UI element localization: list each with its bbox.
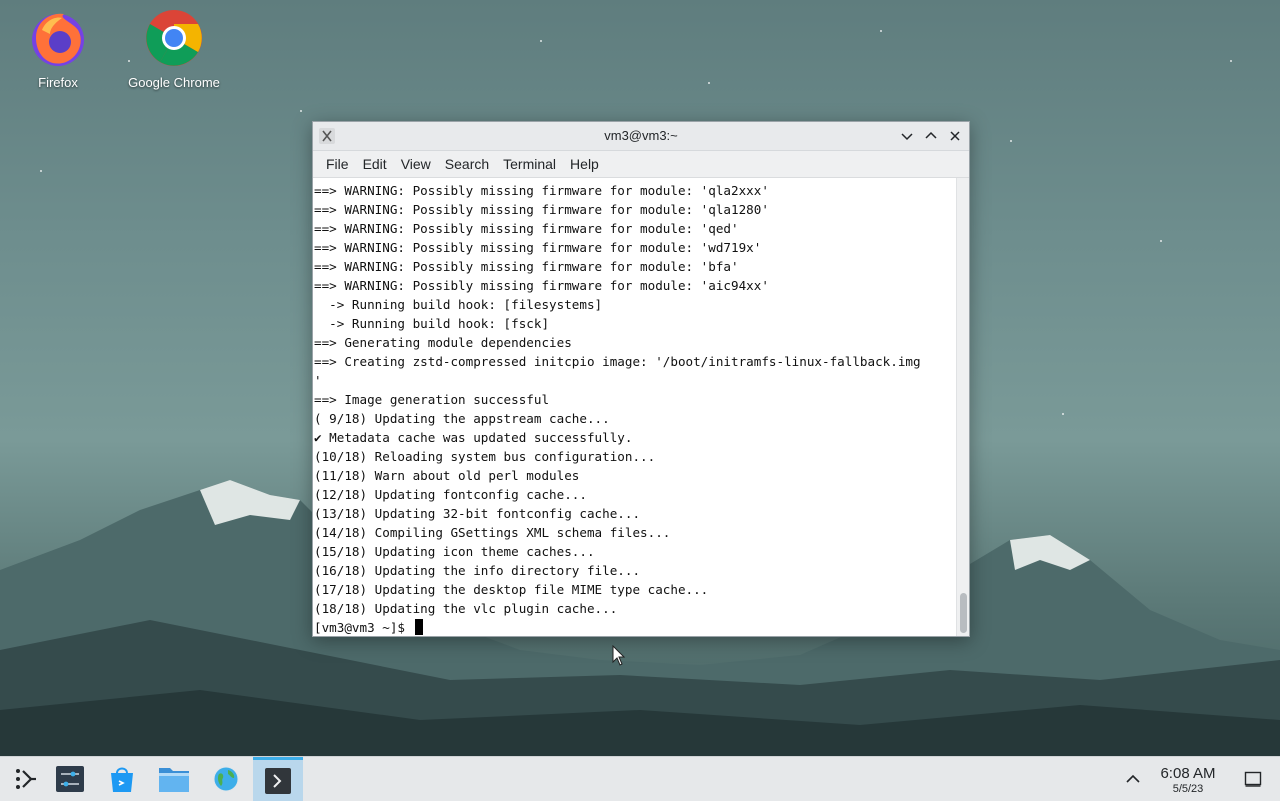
desktop-icon-firefox[interactable]: Firefox <box>3 8 113 90</box>
terminal-line: ==> Generating module dependencies <box>314 335 572 350</box>
terminal-line: ( 9/18) Updating the appstream cache... <box>314 411 610 426</box>
terminal-scrollbar[interactable] <box>956 178 969 636</box>
menu-help[interactable]: Help <box>563 151 606 177</box>
terminal-icon <box>265 767 291 794</box>
taskbar-discover[interactable] <box>97 757 147 801</box>
settings-icon <box>56 766 84 792</box>
menu-edit[interactable]: Edit <box>356 151 394 177</box>
taskbar-konsole-active[interactable] <box>253 757 303 801</box>
terminal-line: (18/18) Updating the vlc plugin cache... <box>314 601 618 616</box>
window-title: vm3@vm3:~ <box>604 128 678 143</box>
desktop: Firefox Google Chrome vm3@vm3:~ File Edi… <box>0 0 1280 756</box>
terminal-window[interactable]: vm3@vm3:~ File Edit View Search Terminal… <box>312 121 970 637</box>
taskbar: 6:08 AM 5/5/23 <box>0 756 1280 801</box>
window-titlebar[interactable]: vm3@vm3:~ <box>313 122 969 151</box>
terminal-line: ✔ Metadata cache was updated successfull… <box>314 430 633 445</box>
application-launcher-button[interactable] <box>0 757 50 801</box>
desktop-icon-label: Firefox <box>38 75 78 90</box>
terminal-line: -> Running build hook: [filesystems] <box>314 297 603 312</box>
show-desktop-icon[interactable] <box>1244 770 1262 788</box>
desktop-icon-label: Google Chrome <box>128 75 220 90</box>
terminal-line: ==> WARNING: Possibly missing firmware f… <box>314 221 739 236</box>
scrollbar-thumb[interactable] <box>960 593 967 633</box>
menu-view[interactable]: View <box>394 151 438 177</box>
terminal-line: ==> WARNING: Possibly missing firmware f… <box>314 183 769 198</box>
chrome-icon <box>146 10 202 66</box>
terminal-line: (17/18) Updating the desktop file MIME t… <box>314 582 709 597</box>
terminal-prompt-line[interactable]: [vm3@vm3 ~]$ <box>314 618 957 636</box>
mouse-pointer-icon <box>612 645 626 666</box>
taskbar-web-browser[interactable] <box>201 757 251 801</box>
terminal-line: (11/18) Warn about old perl modules <box>314 468 580 483</box>
menu-file[interactable]: File <box>319 151 356 177</box>
terminal-line: ==> Image generation successful <box>314 392 550 407</box>
taskbar-file-manager[interactable] <box>149 757 199 801</box>
terminal-line: ==> WARNING: Possibly missing firmware f… <box>314 278 769 293</box>
menu-search[interactable]: Search <box>438 151 496 177</box>
maximize-button[interactable] <box>921 126 941 146</box>
discover-store-icon <box>111 767 133 792</box>
minimize-button[interactable] <box>897 126 917 146</box>
shell-prompt: [vm3@vm3 ~]$ <box>314 620 413 635</box>
terminal-line: -> Running build hook: [fsck] <box>314 316 550 331</box>
globe-icon <box>213 766 239 792</box>
folder-icon <box>159 768 189 792</box>
terminal-line: (16/18) Updating the info directory file… <box>314 563 641 578</box>
clock-time[interactable]: 6:08 AM <box>1150 765 1226 782</box>
system-tray-expand-icon[interactable] <box>1124 770 1142 788</box>
terminal-line: ==> WARNING: Possibly missing firmware f… <box>314 240 762 255</box>
menu-bar: File Edit View Search Terminal Help <box>313 151 969 178</box>
terminal-line: ==> WARNING: Possibly missing firmware f… <box>314 259 739 274</box>
text-cursor <box>414 619 423 635</box>
terminal-line: ' <box>314 373 322 388</box>
clock-date[interactable]: 5/5/23 <box>1150 783 1226 795</box>
terminal-line: (14/18) Compiling GSettings XML schema f… <box>314 525 671 540</box>
terminal-line: ==> WARNING: Possibly missing firmware f… <box>314 202 769 217</box>
close-button[interactable] <box>945 126 965 146</box>
desktop-icon-google-chrome[interactable]: Google Chrome <box>119 8 229 90</box>
terminal-line: (15/18) Updating icon theme caches... <box>314 544 595 559</box>
menu-terminal[interactable]: Terminal <box>496 151 563 177</box>
firefox-icon <box>32 13 84 66</box>
terminal-line: ==> Creating zstd-compressed initcpio im… <box>314 354 921 369</box>
terminal-output[interactable]: ==> WARNING: Possibly missing firmware f… <box>313 178 957 636</box>
taskbar-system-settings[interactable] <box>45 757 95 801</box>
terminal-line: (13/18) Updating 32-bit fontconfig cache… <box>314 506 641 521</box>
terminal-line: (10/18) Reloading system bus configurati… <box>314 449 656 464</box>
launcher-icon <box>16 769 36 789</box>
terminal-line: (12/18) Updating fontconfig cache... <box>314 487 587 502</box>
